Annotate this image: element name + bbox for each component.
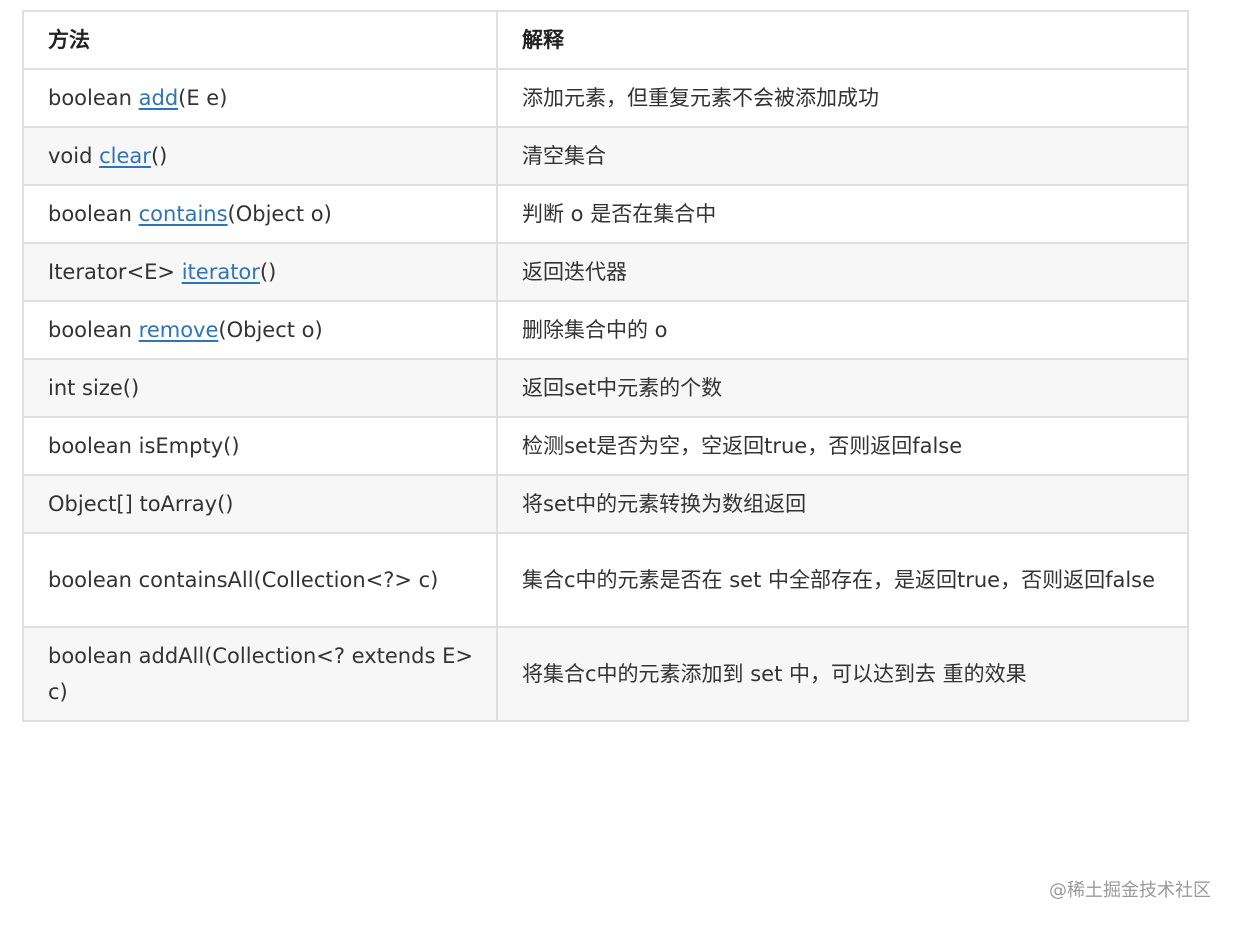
table-row: boolean remove(Object o) 删除集合中的 o — [22, 300, 1189, 360]
table-row: boolean addAll(Collection<? extends E> c… — [22, 626, 1189, 722]
description-cell: 检测set是否为空，空返回true，否则返回false — [496, 416, 1189, 476]
method-cell: boolean isEmpty() — [22, 416, 498, 476]
table-row: boolean contains(Object o) 判断 o 是否在集合中 — [22, 184, 1189, 244]
description-cell: 删除集合中的 o — [496, 300, 1189, 360]
table-row: Iterator<E> iterator() 返回迭代器 — [22, 242, 1189, 302]
method-link-iterator[interactable]: iterator — [182, 260, 260, 284]
method-link-contains[interactable]: contains — [139, 202, 228, 226]
method-suffix: (Object o) — [218, 318, 323, 342]
description-cell: 将set中的元素转换为数组返回 — [496, 474, 1189, 534]
description-cell: 集合c中的元素是否在 set 中全部存在，是返回true，否则返回false — [496, 532, 1189, 628]
methods-table: 方法 解释 boolean add(E e) 添加元素，但重复元素不会被添加成功… — [22, 10, 1189, 722]
table-row: int size() 返回set中元素的个数 — [22, 358, 1189, 418]
method-prefix: boolean — [48, 318, 139, 342]
method-link-add[interactable]: add — [139, 86, 179, 110]
description-cell: 返回set中元素的个数 — [496, 358, 1189, 418]
method-cell: int size() — [22, 358, 498, 418]
description-cell: 将集合c中的元素添加到 set 中，可以达到去 重的效果 — [496, 626, 1189, 722]
description-cell: 判断 o 是否在集合中 — [496, 184, 1189, 244]
method-cell: Iterator<E> iterator() — [22, 242, 498, 302]
method-cell: boolean addAll(Collection<? extends E> c… — [22, 626, 498, 722]
header-description: 解释 — [496, 10, 1189, 70]
method-cell: void clear() — [22, 126, 498, 186]
table-row: boolean containsAll(Collection<?> c) 集合c… — [22, 532, 1189, 628]
method-prefix: boolean — [48, 202, 139, 226]
table-row: void clear() 清空集合 — [22, 126, 1189, 186]
method-link-remove[interactable]: remove — [139, 318, 219, 342]
description-cell: 返回迭代器 — [496, 242, 1189, 302]
table-row: boolean add(E e) 添加元素，但重复元素不会被添加成功 — [22, 68, 1189, 128]
method-cell: boolean add(E e) — [22, 68, 498, 128]
table-header-row: 方法 解释 — [22, 10, 1189, 70]
method-cell: boolean contains(Object o) — [22, 184, 498, 244]
header-method: 方法 — [22, 10, 498, 70]
method-suffix: () — [259, 260, 277, 284]
method-suffix: (E e) — [178, 86, 228, 110]
method-prefix: void — [48, 144, 100, 168]
watermark: @稀土掘金技术社区 — [1049, 880, 1211, 901]
table-row: Object[] toArray() 将set中的元素转换为数组返回 — [22, 474, 1189, 534]
method-cell: boolean containsAll(Collection<?> c) — [22, 532, 498, 628]
table-row: boolean isEmpty() 检测set是否为空，空返回true，否则返回… — [22, 416, 1189, 476]
method-prefix: boolean — [48, 86, 139, 110]
method-cell: boolean remove(Object o) — [22, 300, 498, 360]
method-prefix: Iterator<E> — [48, 260, 182, 284]
method-suffix: () — [150, 144, 168, 168]
description-cell: 添加元素，但重复元素不会被添加成功 — [496, 68, 1189, 128]
method-link-clear[interactable]: clear — [99, 144, 151, 168]
description-cell: 清空集合 — [496, 126, 1189, 186]
method-cell: Object[] toArray() — [22, 474, 498, 534]
method-suffix: (Object o) — [227, 202, 332, 226]
